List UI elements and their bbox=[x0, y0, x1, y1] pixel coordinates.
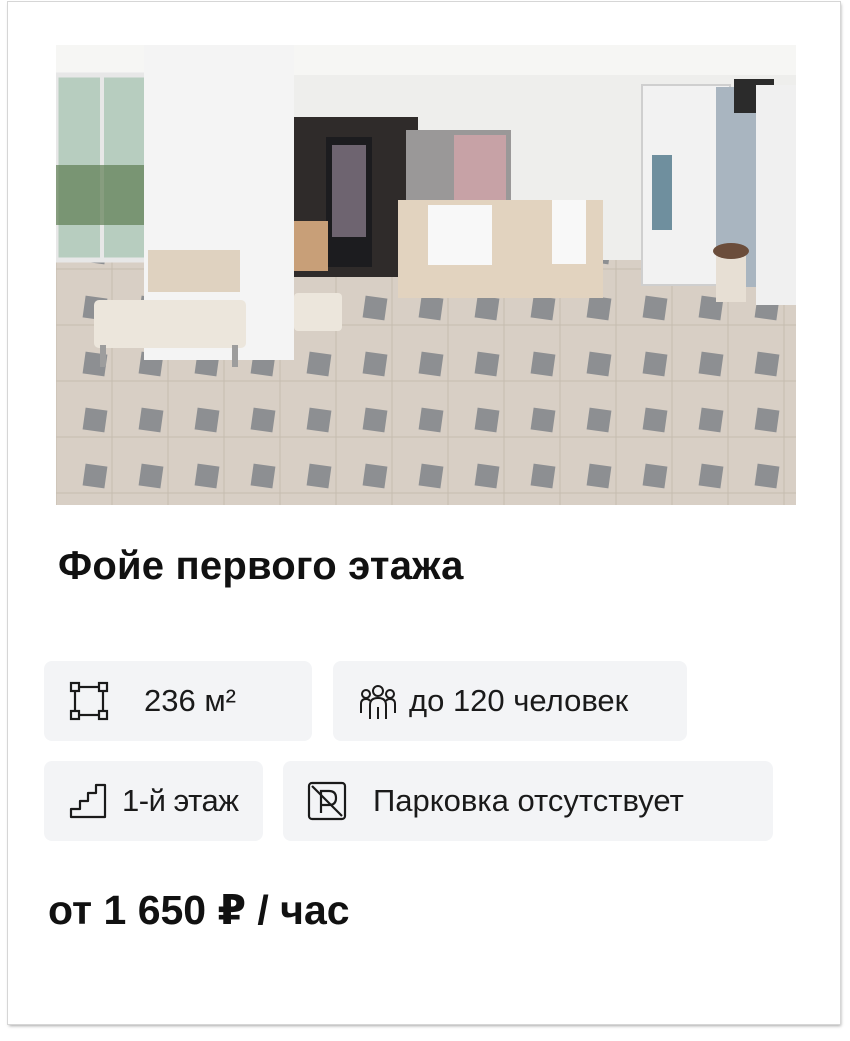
area-value: 236 м² bbox=[144, 683, 236, 718]
capacity-chip: до 120 человек bbox=[333, 661, 687, 741]
no-parking-icon bbox=[305, 780, 349, 822]
people-group-icon bbox=[357, 681, 399, 721]
floor-chip: 1-й этаж bbox=[44, 761, 263, 841]
stairs-icon bbox=[68, 781, 108, 821]
foyer-photo-illustration bbox=[56, 45, 796, 505]
venue-card[interactable]: Фойе первого этажа 236 м² до 120 человек… bbox=[8, 2, 840, 1024]
capacity-value: до 120 человек bbox=[409, 683, 629, 718]
area-square-icon bbox=[68, 681, 110, 721]
floor-value: 1-й этаж bbox=[122, 783, 239, 818]
parking-value: Парковка отсутствует bbox=[373, 783, 684, 818]
venue-photo[interactable] bbox=[56, 45, 796, 505]
area-chip: 236 м² bbox=[44, 661, 312, 741]
price-label: от 1 650 ₽ / час bbox=[48, 887, 350, 933]
parking-chip: Парковка отсутствует bbox=[283, 761, 773, 841]
venue-title: Фойе первого этажа bbox=[58, 544, 464, 588]
